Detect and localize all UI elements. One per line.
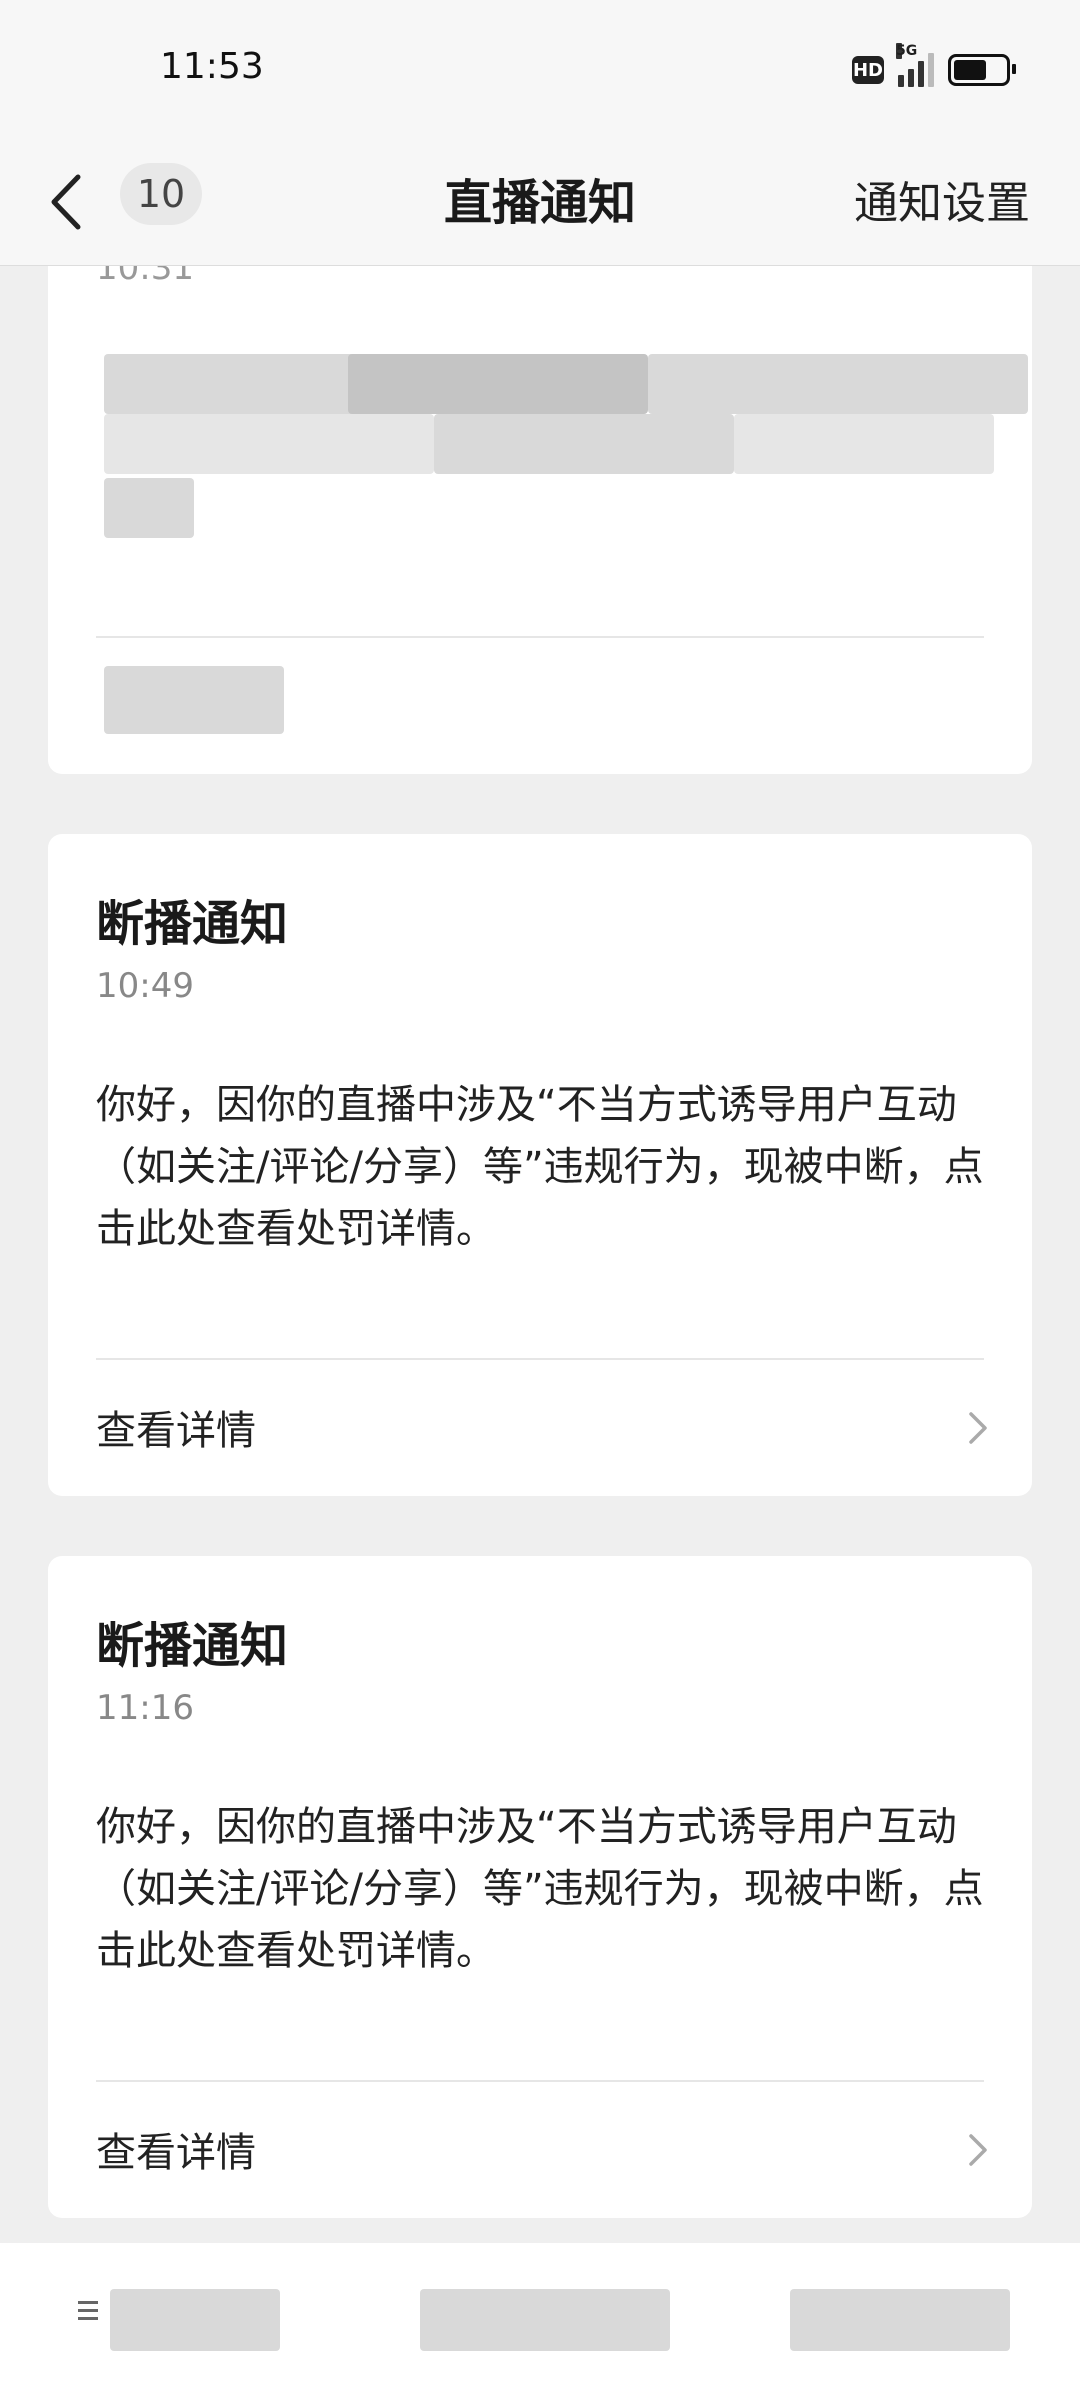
chevron-right-icon bbox=[969, 1412, 987, 1444]
view-details-button[interactable]: 查看详情 bbox=[48, 1360, 1032, 1496]
view-details-label: 查看详情 bbox=[96, 2130, 256, 2176]
bottom-menu-item[interactable] bbox=[790, 2289, 1010, 2351]
view-details-label: 查看详情 bbox=[96, 1408, 256, 1454]
bottom-menu-item[interactable] bbox=[110, 2289, 280, 2351]
status-time: 11:53 bbox=[160, 46, 264, 87]
view-details-button[interactable]: 查看详情 bbox=[48, 2082, 1032, 2218]
chevron-right-icon bbox=[969, 2134, 987, 2166]
bottom-menu-item[interactable] bbox=[420, 2289, 670, 2351]
signal-icon: 5G bbox=[896, 43, 934, 87]
card-time: 11:16 bbox=[96, 1688, 194, 1728]
card-time: 10:49 bbox=[96, 966, 194, 1006]
card-message: 你好，因你的直播中涉及“不当方式诱导用户互动（如关注/评论/分享）等”违规行为，… bbox=[96, 1082, 984, 1252]
menu-icon[interactable] bbox=[76, 2297, 100, 2325]
notification-settings-button[interactable]: 通知设置 bbox=[854, 167, 1030, 231]
battery-icon bbox=[948, 54, 1016, 86]
card-title: 断播通知 bbox=[96, 896, 289, 952]
notification-card: 断播通知 10:49 你好，因你的直播中涉及“不当方式诱导用户互动（如关注/评论… bbox=[48, 834, 1032, 1496]
hd-icon: HD bbox=[852, 56, 884, 84]
card-title: 断播通知 bbox=[96, 1618, 289, 1674]
card-message: 你好，因你的直播中涉及“不当方式诱导用户互动（如关注/评论/分享）等”违规行为，… bbox=[96, 1804, 984, 1974]
bottom-menu-bar bbox=[0, 2243, 1080, 2400]
card-divider bbox=[96, 636, 984, 638]
card-time: 10:31 bbox=[96, 266, 194, 288]
notification-card-partial: 10:31 bbox=[48, 266, 1032, 774]
notification-card: 断播通知 11:16 你好，因你的直播中涉及“不当方式诱导用户互动（如关注/评论… bbox=[48, 1556, 1032, 2218]
status-bar: 11:53 HD 5G bbox=[0, 0, 1080, 135]
status-icons: HD 5G bbox=[852, 43, 1016, 90]
nav-bar: 10 直播通知 通知设置 bbox=[0, 135, 1080, 266]
network-type: 5G bbox=[896, 43, 918, 59]
